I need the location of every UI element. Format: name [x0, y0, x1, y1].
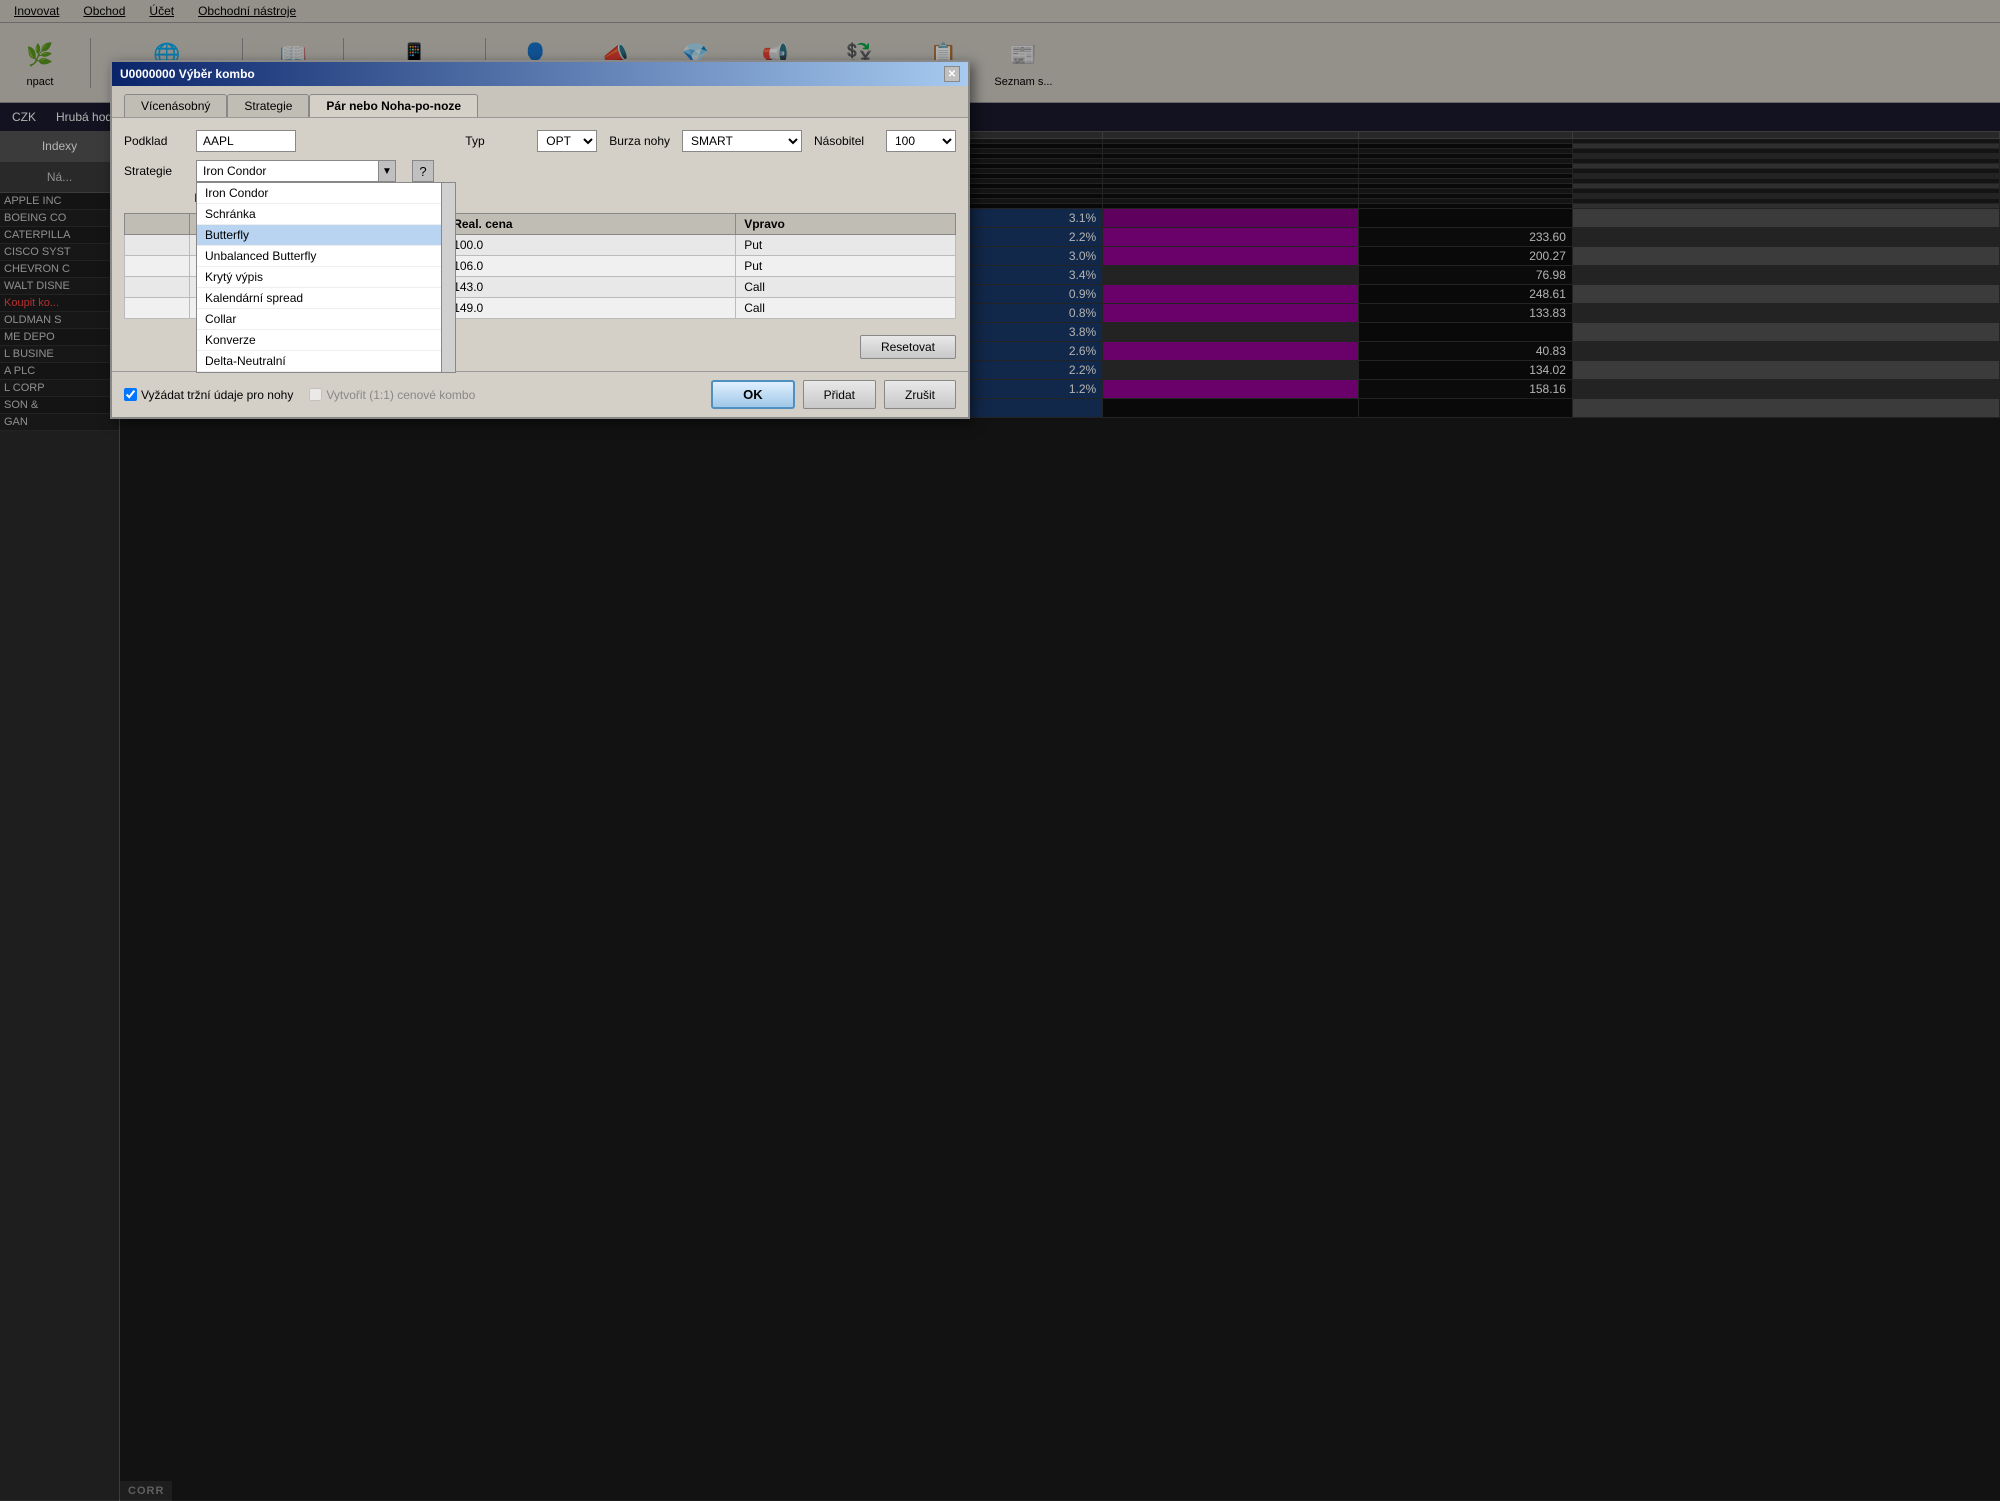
checkbox1-input[interactable]: [124, 388, 137, 401]
pridat-button[interactable]: Přidat: [803, 380, 876, 409]
form-row-strategie: Strategie ▼ Iron Condor Schránka Butterf…: [124, 160, 956, 182]
dropdown-item-unbalanced-butterfly[interactable]: Unbalanced Butterfly: [197, 246, 455, 267]
dialog-tab-vicenasobny[interactable]: Vícenásobný: [124, 94, 227, 117]
dialog-tab-par[interactable]: Pár nebo Noha-po-noze: [309, 94, 478, 117]
nasobitel-label: Násobitel: [814, 134, 874, 148]
help-button[interactable]: ?: [412, 160, 434, 182]
options-cell-price-4: 149.0: [445, 298, 736, 319]
options-cell-side-2: Put: [736, 256, 956, 277]
typ-select[interactable]: OPT: [537, 130, 597, 152]
form-row-podklad: Podklad Typ OPT Burza nohy SMART Násobit…: [124, 130, 956, 152]
strategie-arrow[interactable]: ▼: [378, 160, 396, 182]
combo-dialog: U0000000 Výběr kombo ✕ Vícenásobný Strat…: [110, 60, 970, 419]
options-cell-num-1: [125, 235, 190, 256]
zrusit-button[interactable]: Zrušit: [884, 380, 956, 409]
strategie-input[interactable]: [196, 160, 396, 182]
burza-label: Burza nohy: [609, 134, 670, 148]
dialog-close-button[interactable]: ✕: [944, 66, 960, 82]
checkbox2-input[interactable]: [309, 388, 322, 401]
ok-button[interactable]: OK: [711, 380, 795, 409]
podklad-label: Podklad: [124, 134, 184, 148]
options-cell-num-2: [125, 256, 190, 277]
dialog-titlebar: U0000000 Výběr kombo ✕: [112, 62, 968, 86]
strategie-dropdown[interactable]: ▼ Iron Condor Schránka Butterfly Unbalan…: [196, 160, 396, 182]
dropdown-item-konverze[interactable]: Konverze: [197, 330, 455, 351]
dropdown-item-kalendarni-spread[interactable]: Kalendární spread: [197, 288, 455, 309]
dropdown-item-collar[interactable]: Collar: [197, 309, 455, 330]
nasobitel-select[interactable]: 100: [886, 130, 956, 152]
reset-button[interactable]: Resetovat: [860, 335, 956, 359]
options-cell-num-3: [125, 277, 190, 298]
checkbox1-label[interactable]: Vyžádat tržní údaje pro nohy: [124, 388, 293, 402]
dialog-title: U0000000 Výběr kombo: [120, 67, 255, 81]
options-th-real-price: Real. cena: [445, 214, 736, 235]
dropdown-item-butterfly[interactable]: Butterfly: [197, 225, 455, 246]
podklad-input[interactable]: [196, 130, 296, 152]
options-cell-side-3: Call: [736, 277, 956, 298]
burza-select[interactable]: SMART: [682, 130, 802, 152]
options-cell-price-1: 100.0: [445, 235, 736, 256]
strategie-label: Strategie: [124, 164, 184, 178]
dialog-buttons: OK Přidat Zrušit: [711, 380, 956, 409]
dropdown-item-delta-neutralni[interactable]: Delta-Neutralní: [197, 351, 455, 372]
dropdown-item-kryty-vypis[interactable]: Krytý výpis: [197, 267, 455, 288]
dropdown-scrollbar[interactable]: [441, 183, 455, 372]
typ-label: Typ: [465, 134, 525, 148]
strategie-list[interactable]: Iron Condor Schránka Butterfly Unbalance…: [196, 182, 456, 373]
dropdown-item-iron-condor[interactable]: Iron Condor: [197, 183, 455, 204]
options-cell-num-4: [125, 298, 190, 319]
dropdown-item-schranka[interactable]: Schránka: [197, 204, 455, 225]
dialog-content: Podklad Typ OPT Burza nohy SMART Násobit…: [112, 118, 968, 371]
options-cell-price-3: 143.0: [445, 277, 736, 298]
options-cell-price-2: 106.0: [445, 256, 736, 277]
dialog-bottom: Vyžádat tržní údaje pro nohy Vytvořit (1…: [112, 371, 968, 417]
dialog-tab-strategie[interactable]: Strategie: [227, 94, 309, 117]
options-cell-side-1: Put: [736, 235, 956, 256]
options-th-side: Vpravo: [736, 214, 956, 235]
checkbox2-label[interactable]: Vytvořit (1:1) cenové kombo: [309, 388, 475, 402]
options-cell-side-4: Call: [736, 298, 956, 319]
options-th-num: [125, 214, 190, 235]
